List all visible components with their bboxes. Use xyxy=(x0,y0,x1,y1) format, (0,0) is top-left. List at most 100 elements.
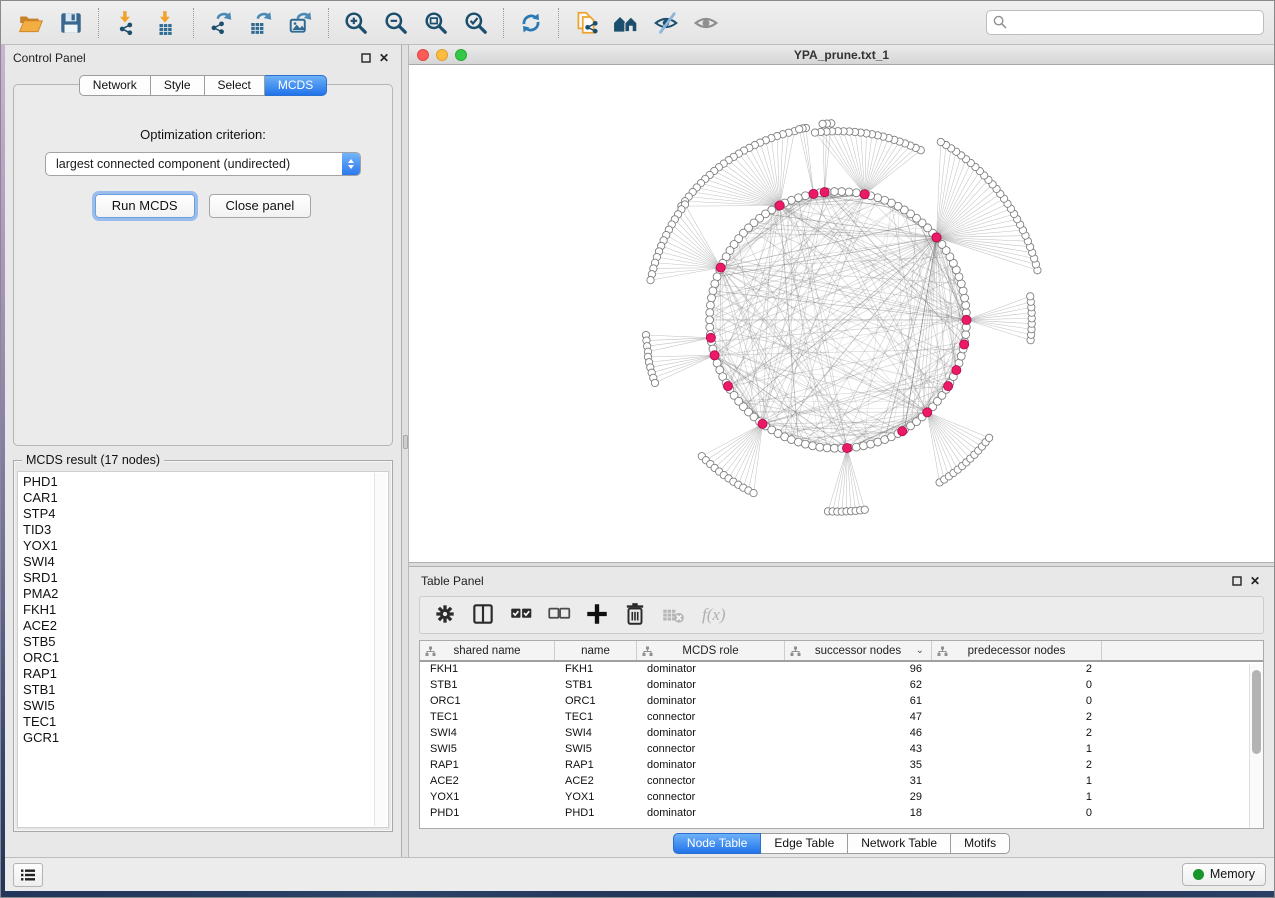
cell-successor-nodes[interactable]: 96 xyxy=(785,662,932,678)
hide-selected-button[interactable] xyxy=(646,6,686,40)
show-hidden-button[interactable] xyxy=(686,6,726,40)
vertical-splitter[interactable] xyxy=(401,45,409,857)
memory-button[interactable]: Memory xyxy=(1182,863,1266,886)
cell-successor-nodes[interactable]: 35 xyxy=(785,758,932,774)
search-input[interactable] xyxy=(986,10,1264,35)
mcds-result-item[interactable]: SWI4 xyxy=(23,554,372,570)
cell-successor-nodes[interactable]: 62 xyxy=(785,678,932,694)
cell-predecessor-nodes[interactable]: 0 xyxy=(932,806,1102,822)
mcds-result-item[interactable]: ACE2 xyxy=(23,618,372,634)
window-close-icon[interactable] xyxy=(417,49,429,61)
cell-predecessor-nodes[interactable]: 1 xyxy=(932,774,1102,790)
function-builder-button[interactable]: f(x) xyxy=(702,605,726,625)
import-table-button[interactable] xyxy=(146,6,186,40)
cell-shared-name[interactable]: ACE2 xyxy=(420,774,555,790)
cell-predecessor-nodes[interactable]: 1 xyxy=(932,742,1102,758)
tab-network[interactable]: Network xyxy=(79,75,151,96)
import-network-button[interactable] xyxy=(106,6,146,40)
cell-name[interactable]: YOX1 xyxy=(555,790,637,806)
mcds-result-item[interactable]: ORC1 xyxy=(23,650,372,666)
cell-MCDS-role[interactable]: connector xyxy=(637,790,785,806)
cell-MCDS-role[interactable]: dominator xyxy=(637,694,785,710)
table-row[interactable]: RAP1RAP1dominator352 xyxy=(420,758,1263,774)
network-graph[interactable] xyxy=(409,65,1274,562)
column-header-successor-nodes[interactable]: successor nodes⌄ xyxy=(785,641,932,660)
mcds-result-item[interactable]: RAP1 xyxy=(23,666,372,682)
column-header-predecessor-nodes[interactable]: predecessor nodes xyxy=(932,641,1102,660)
cell-shared-name[interactable]: YOX1 xyxy=(420,790,555,806)
duplicate-network-button[interactable] xyxy=(566,6,606,40)
zoom-in-button[interactable] xyxy=(336,6,376,40)
cell-predecessor-nodes[interactable]: 2 xyxy=(932,662,1102,678)
cell-name[interactable]: RAP1 xyxy=(555,758,637,774)
run-mcds-button[interactable]: Run MCDS xyxy=(95,194,195,218)
mcds-result-item[interactable]: SWI5 xyxy=(23,698,372,714)
cell-MCDS-role[interactable]: connector xyxy=(637,710,785,726)
export-table-button[interactable] xyxy=(241,6,281,40)
column-header-name[interactable]: name xyxy=(555,641,637,660)
mcds-result-item[interactable]: FKH1 xyxy=(23,602,372,618)
cell-predecessor-nodes[interactable]: 1 xyxy=(932,790,1102,806)
open-file-button[interactable] xyxy=(11,6,51,40)
mcds-result-item[interactable]: GCR1 xyxy=(23,730,372,746)
mcds-result-list[interactable]: PHD1CAR1STP4TID3YOX1SWI4SRD1PMA2FKH1ACE2… xyxy=(17,471,389,828)
task-history-button[interactable] xyxy=(13,863,43,887)
tab-style[interactable]: Style xyxy=(151,75,205,96)
add-row-button[interactable] xyxy=(580,600,614,630)
cell-successor-nodes[interactable]: 43 xyxy=(785,742,932,758)
cell-shared-name[interactable]: TEC1 xyxy=(420,710,555,726)
cell-shared-name[interactable]: SWI5 xyxy=(420,742,555,758)
tab-edge-table[interactable]: Edge Table xyxy=(761,833,848,854)
cell-name[interactable]: PHD1 xyxy=(555,806,637,822)
cell-MCDS-role[interactable]: dominator xyxy=(637,662,785,678)
cell-shared-name[interactable]: RAP1 xyxy=(420,758,555,774)
deselect-all-button[interactable] xyxy=(542,600,576,630)
table-row[interactable]: FKH1FKH1dominator962 xyxy=(420,662,1263,678)
control-panel-float-button[interactable] xyxy=(357,50,375,66)
mcds-result-item[interactable]: YOX1 xyxy=(23,538,372,554)
cell-MCDS-role[interactable]: dominator xyxy=(637,678,785,694)
cell-shared-name[interactable]: FKH1 xyxy=(420,662,555,678)
cell-shared-name[interactable]: SWI4 xyxy=(420,726,555,742)
zoom-selected-button[interactable] xyxy=(456,6,496,40)
export-image-button[interactable] xyxy=(281,6,321,40)
cell-name[interactable]: ORC1 xyxy=(555,694,637,710)
export-network-button[interactable] xyxy=(201,6,241,40)
tab-network-table[interactable]: Network Table xyxy=(848,833,951,854)
mcds-result-item[interactable]: SRD1 xyxy=(23,570,372,586)
table-row[interactable]: PHD1PHD1dominator180 xyxy=(420,806,1263,822)
mcds-list-scrollbar[interactable] xyxy=(374,473,387,826)
cell-predecessor-nodes[interactable]: 2 xyxy=(932,710,1102,726)
cell-successor-nodes[interactable]: 61 xyxy=(785,694,932,710)
cell-name[interactable]: ACE2 xyxy=(555,774,637,790)
mcds-result-item[interactable]: PMA2 xyxy=(23,586,372,602)
cell-predecessor-nodes[interactable]: 0 xyxy=(932,694,1102,710)
cell-shared-name[interactable]: STB1 xyxy=(420,678,555,694)
table-panel-float-button[interactable] xyxy=(1228,573,1246,589)
cell-MCDS-role[interactable]: dominator xyxy=(637,726,785,742)
refresh-button[interactable] xyxy=(511,6,551,40)
cell-successor-nodes[interactable]: 29 xyxy=(785,790,932,806)
zoom-out-button[interactable] xyxy=(376,6,416,40)
table-row[interactable]: ORC1ORC1dominator610 xyxy=(420,694,1263,710)
column-header-MCDS-role[interactable]: MCDS role xyxy=(637,641,785,660)
close-panel-button[interactable]: Close panel xyxy=(209,194,312,218)
table-row[interactable]: SWI4SWI4dominator462 xyxy=(420,726,1263,742)
mcds-result-item[interactable]: STP4 xyxy=(23,506,372,522)
tab-node-table[interactable]: Node Table xyxy=(673,833,762,854)
cell-name[interactable]: TEC1 xyxy=(555,710,637,726)
cell-successor-nodes[interactable]: 18 xyxy=(785,806,932,822)
cell-successor-nodes[interactable]: 31 xyxy=(785,774,932,790)
cell-MCDS-role[interactable]: connector xyxy=(637,774,785,790)
mcds-result-item[interactable]: STB1 xyxy=(23,682,372,698)
tab-mcds[interactable]: MCDS xyxy=(265,75,327,96)
network-canvas[interactable] xyxy=(409,65,1274,562)
zoom-fit-button[interactable] xyxy=(416,6,456,40)
cell-name[interactable]: SWI5 xyxy=(555,742,637,758)
table-row[interactable]: SWI5SWI5connector431 xyxy=(420,742,1263,758)
cell-successor-nodes[interactable]: 47 xyxy=(785,710,932,726)
window-maximize-icon[interactable] xyxy=(455,49,467,61)
table-row[interactable]: STB1STB1dominator620 xyxy=(420,678,1263,694)
column-header-shared-name[interactable]: shared name xyxy=(420,641,555,660)
table-scrollbar[interactable] xyxy=(1249,664,1263,828)
